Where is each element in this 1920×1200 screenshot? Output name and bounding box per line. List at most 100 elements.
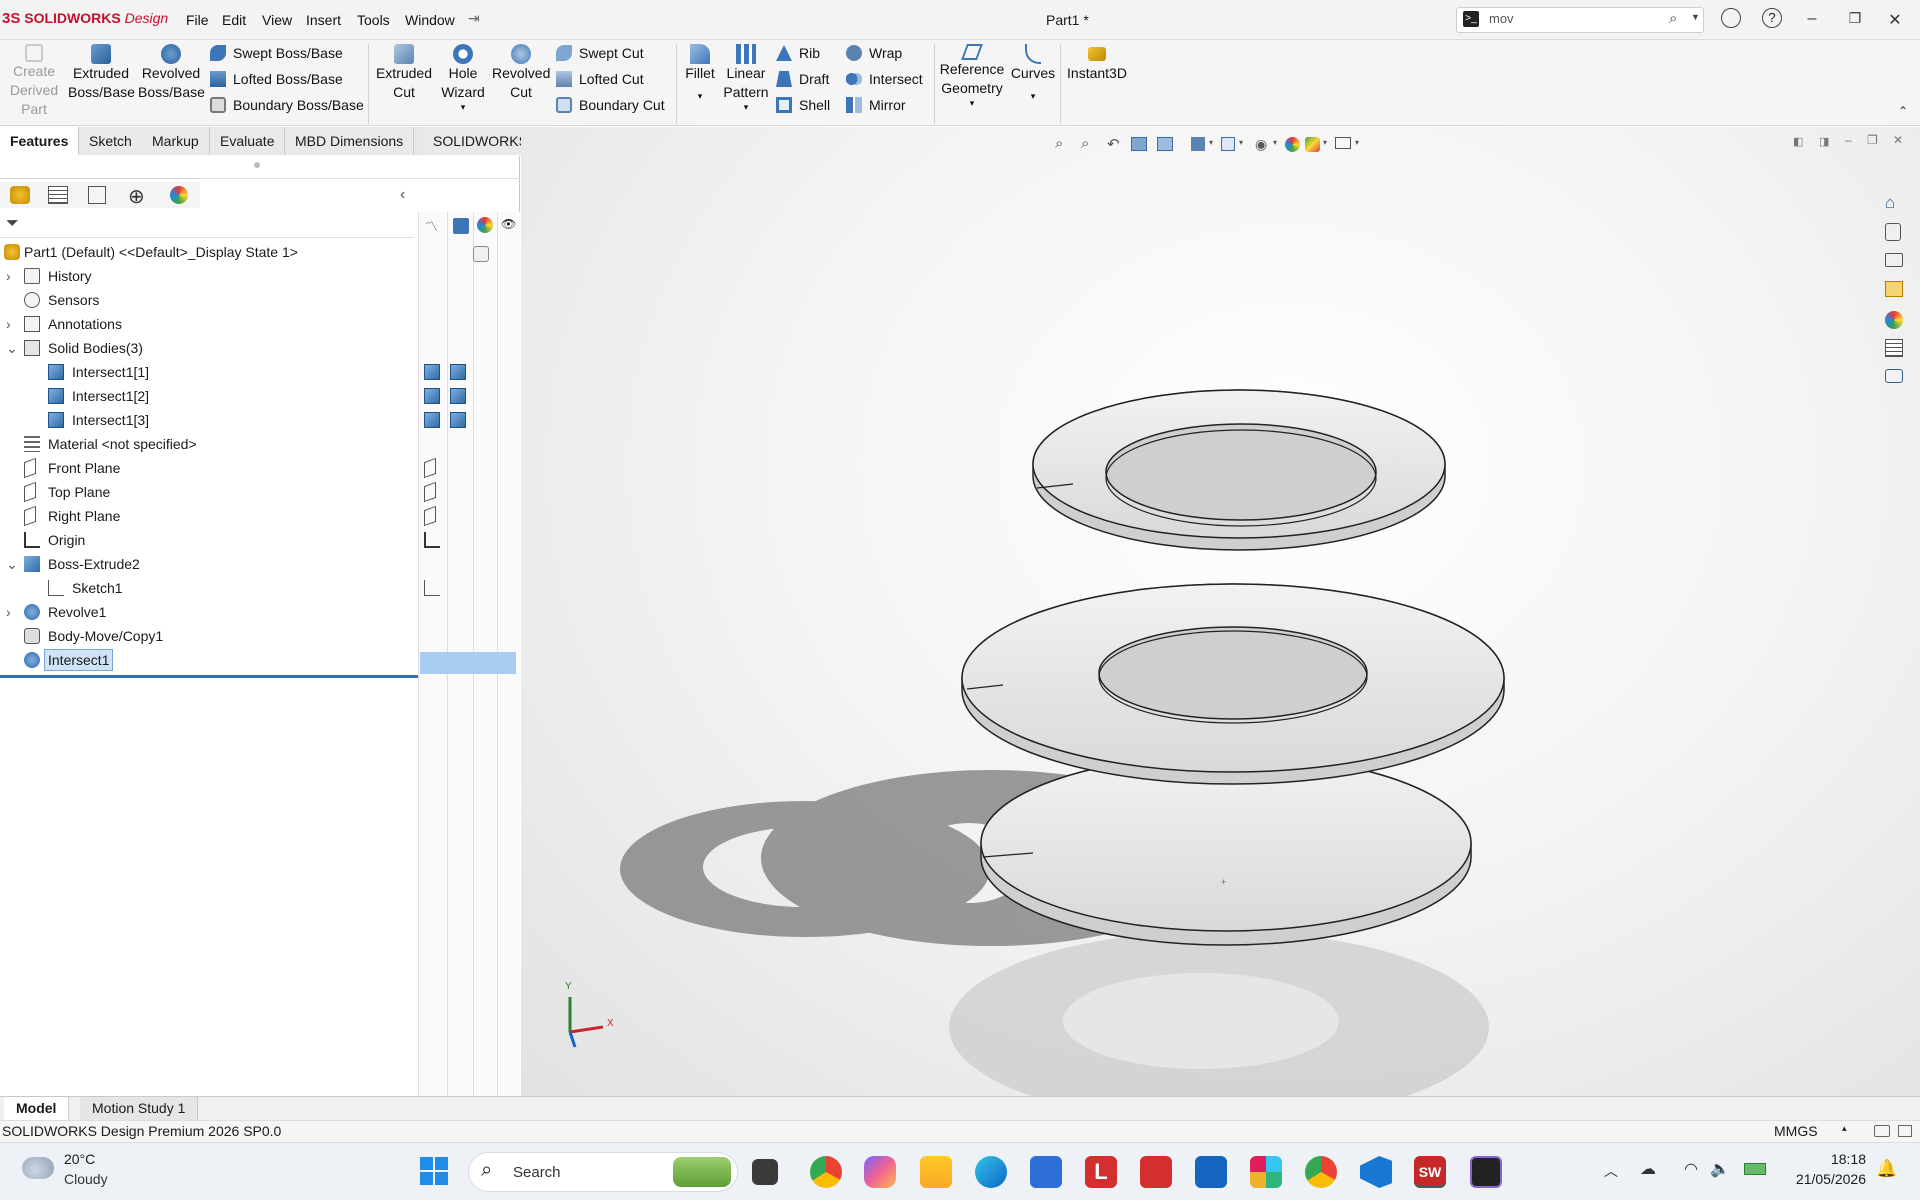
create-derived-part-button[interactable]: Create Derived Part (4, 44, 64, 119)
tree-item[interactable]: Body-Move/Copy1 (0, 624, 418, 648)
weather-cloud-icon[interactable] (22, 1157, 54, 1179)
volume-icon[interactable]: 🔈 (1710, 1159, 1730, 1179)
tab-markup[interactable]: Markup (142, 127, 210, 155)
feature-manager-tab-icon[interactable] (10, 186, 30, 204)
task-view-icon[interactable] (752, 1159, 778, 1185)
wrap-button[interactable]: Wrap (846, 45, 902, 61)
menu-view[interactable]: View (262, 12, 292, 28)
tree-item[interactable]: Sketch1 (0, 576, 440, 600)
tree-item[interactable]: Sensors (0, 288, 418, 312)
collapse-arrow-icon[interactable]: ⌄ (6, 552, 18, 576)
fillet-button[interactable]: Fillet ▾ (680, 44, 720, 109)
clock-time[interactable]: 18:18 (1818, 1151, 1866, 1167)
weather-temp[interactable]: 20°C (64, 1151, 95, 1167)
tree-item[interactable]: Front Plane (0, 456, 436, 480)
tab-features[interactable]: Features (0, 127, 80, 155)
swept-cut-button[interactable]: Swept Cut (556, 45, 644, 61)
copilot-icon[interactable] (864, 1156, 896, 1188)
collapse-arrow-icon[interactable]: ⌄ (6, 336, 18, 360)
pdf-app-icon[interactable] (1140, 1156, 1172, 1188)
tab-mbd-dimensions[interactable]: MBD Dimensions (285, 127, 415, 155)
tooltip-toggle-icon[interactable] (1898, 1125, 1912, 1137)
tree-item[interactable]: ⌄ Solid Bodies(3) (0, 336, 418, 360)
tree-item[interactable]: Right Plane (0, 504, 436, 528)
menu-file[interactable]: File (186, 12, 209, 28)
tab-model[interactable]: Model (4, 1097, 70, 1120)
tree-item[interactable]: Intersect1[3] (0, 408, 466, 432)
slack-icon[interactable] (1250, 1156, 1282, 1188)
chrome-profile-icon[interactable] (1305, 1156, 1337, 1188)
rib-button[interactable]: Rib (776, 45, 820, 61)
expand-arrow-icon[interactable]: › (6, 312, 11, 336)
body-appearance-icon[interactable] (450, 388, 466, 404)
tab-motion-study-1[interactable]: Motion Study 1 (80, 1097, 199, 1120)
hole-wizard-button[interactable]: Hole Wizard ▾ (436, 44, 490, 112)
outlook-icon[interactable] (1195, 1156, 1227, 1188)
mirror-button[interactable]: Mirror (846, 97, 906, 113)
search-icon[interactable]: ⌕ (1669, 10, 1677, 27)
linear-pattern-button[interactable]: Linear Pattern ▾ (722, 44, 770, 112)
show-hidden-icons-chevron[interactable]: ︿ (1604, 1161, 1618, 1181)
edit-column-icon[interactable]: 〽 (425, 216, 438, 235)
menu-insert[interactable]: Insert (306, 12, 341, 28)
tree-root[interactable]: Part1 (Default) <<Default>_Display State… (0, 240, 418, 264)
expand-arrow-icon[interactable]: › (6, 264, 11, 288)
fillet-chevron-icon[interactable]: ▾ (680, 83, 720, 109)
search-box[interactable]: >_ mov ⌕ ▼ (1456, 7, 1704, 33)
property-manager-tab-icon[interactable] (48, 186, 68, 204)
boundary-boss-button[interactable]: Boundary Boss/Base (210, 97, 364, 113)
unit-system-selector[interactable]: MMGS (1774, 1123, 1818, 1139)
display-manager-tab-icon[interactable] (170, 186, 188, 204)
configuration-manager-tab-icon[interactable] (88, 186, 106, 204)
wifi-icon[interactable]: ◠ (1684, 1159, 1698, 1179)
menu-tools[interactable]: Tools (357, 12, 390, 28)
intersect-button[interactable]: Intersect (846, 71, 923, 87)
tree-item[interactable]: › Annotations (0, 312, 418, 336)
body-visibility-icon[interactable] (424, 388, 440, 404)
battery-icon[interactable] (1744, 1163, 1766, 1175)
close-button[interactable]: ✕ (1880, 10, 1910, 30)
model-scene[interactable]: + Y X (521, 127, 1920, 1096)
splitter-handle[interactable] (254, 162, 260, 168)
onedrive-off-icon[interactable]: ☁ (1640, 1159, 1656, 1179)
lofted-boss-button[interactable]: Lofted Boss/Base (210, 71, 343, 87)
body-column-icon[interactable] (453, 218, 469, 234)
affinity-icon[interactable] (1470, 1156, 1502, 1188)
visibility-column-icon[interactable]: 👁 (501, 217, 516, 231)
filter-bar[interactable]: ⏷ (0, 212, 414, 238)
reference-geometry-button[interactable]: Reference Geometry ▾ (938, 44, 1006, 108)
rebuild-status-icon[interactable] (1874, 1125, 1890, 1137)
tree-item[interactable]: Intersect1[2] (0, 384, 466, 408)
clock-date[interactable]: 21/05/2026 (1786, 1171, 1866, 1187)
solid-body-middle-disk[interactable] (961, 583, 1505, 785)
tab-sketch[interactable]: Sketch (79, 127, 143, 155)
vscode-icon[interactable] (1360, 1156, 1392, 1188)
revolved-boss-button[interactable]: Revolved Boss/Base (138, 44, 205, 102)
edge-icon[interactable] (975, 1156, 1007, 1188)
instant3d-button[interactable]: Instant3D (1064, 44, 1130, 83)
help-icon[interactable]: ? (1762, 8, 1782, 28)
solidworks-taskbar-icon[interactable]: SW (1414, 1156, 1446, 1188)
notification-bell-icon[interactable]: 🔔 (1876, 1159, 1897, 1179)
store-icon[interactable] (1030, 1156, 1062, 1188)
tree-item[interactable]: Intersect1 (0, 648, 418, 672)
appearance-column-icon[interactable] (477, 217, 493, 233)
app-logo[interactable]: 3S SOLIDWORKS Design (2, 10, 168, 27)
body-visibility-icon[interactable] (424, 364, 440, 380)
graphics-viewport[interactable]: ⌕ ⌕ ↶ ▾ ▾ ◉ ▾ ▾ ▾ ◧ ◨ – ❐ ✕ ⌂ + Y X (521, 127, 1920, 1096)
menu-edit[interactable]: Edit (222, 12, 246, 28)
revolved-cut-button[interactable]: Revolved Cut (492, 44, 550, 102)
body-visibility-icon[interactable] (424, 412, 440, 428)
root-appearance-swatch[interactable] (473, 246, 489, 262)
file-explorer-icon[interactable] (920, 1156, 952, 1188)
tab-evaluate[interactable]: Evaluate (210, 127, 286, 155)
taskbar-search[interactable]: ⌕ Search (468, 1152, 738, 1192)
tree-item[interactable]: Material <not specified> (0, 432, 418, 456)
user-account-icon[interactable] (1721, 8, 1741, 28)
tree-item[interactable]: ⌄ Boss-Extrude2 (0, 552, 418, 576)
start-button[interactable] (420, 1157, 448, 1185)
menu-window[interactable]: Window (405, 12, 455, 28)
linear-pattern-chevron-icon[interactable]: ▾ (722, 102, 770, 112)
pin-icon[interactable]: ⇥ (468, 10, 480, 27)
tree-item[interactable]: Intersect1[1] (0, 360, 466, 384)
